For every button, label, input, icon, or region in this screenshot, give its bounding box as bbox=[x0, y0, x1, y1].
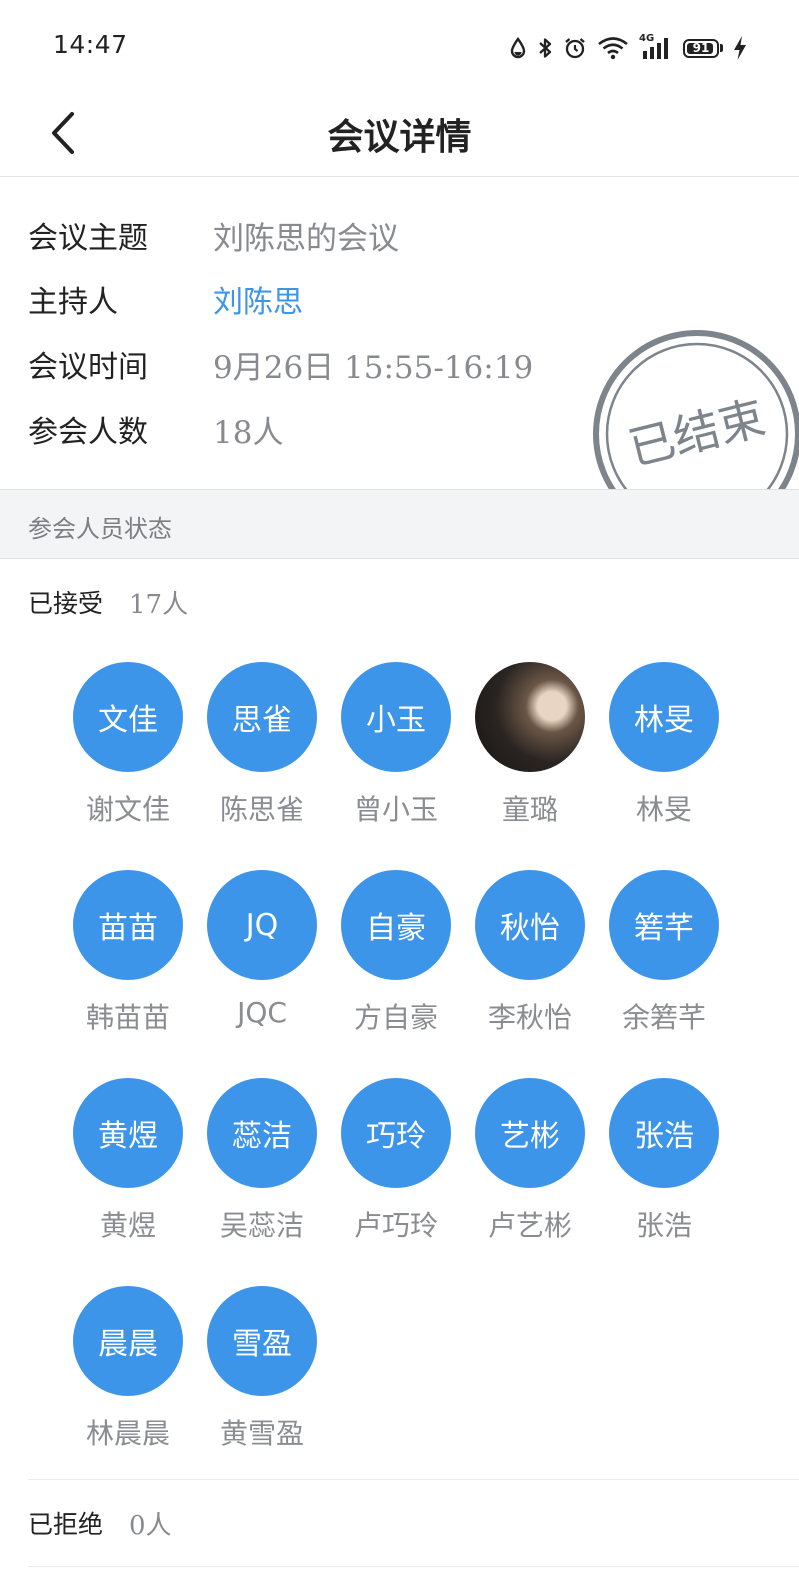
attendee-item[interactable]: 林旻 林旻 bbox=[596, 662, 732, 842]
ended-stamp: 已结束 bbox=[593, 330, 799, 489]
avatar: 文佳 bbox=[73, 662, 183, 772]
signal-icon: 4G bbox=[639, 33, 673, 61]
alarm-icon bbox=[565, 38, 585, 59]
attendee-item[interactable]: 箬芊 余箬芊 bbox=[596, 870, 732, 1050]
count-label: 参会人数 bbox=[28, 415, 148, 450]
ended-stamp-text: 已结束 bbox=[623, 390, 770, 476]
attendee-name: JQC bbox=[237, 996, 287, 1029]
topic-row: 会议主题 刘陈思的会议 bbox=[28, 210, 399, 260]
topic-label: 会议主题 bbox=[28, 221, 148, 256]
bluetooth-icon bbox=[539, 38, 552, 58]
attendee-item[interactable]: 童璐 bbox=[462, 662, 598, 842]
attendee-name: 卢艺彬 bbox=[487, 1209, 572, 1242]
nav-bar: 会议详情 bbox=[0, 90, 799, 177]
host-link[interactable]: 刘陈思 bbox=[213, 277, 303, 321]
attendee-name: 吴蕊洁 bbox=[219, 1209, 304, 1242]
divider bbox=[28, 1566, 799, 1567]
attendee-item[interactable]: 巧玲 卢巧玲 bbox=[328, 1078, 464, 1258]
attendee-name: 陈思雀 bbox=[219, 793, 304, 826]
attendee-name: 林旻 bbox=[635, 793, 692, 826]
time-row: 会议时间 9月26日 15:55-16:19 bbox=[28, 339, 533, 389]
attendee-item[interactable]: 文佳 谢文佳 bbox=[60, 662, 196, 842]
section-title: 参会人员状态 bbox=[28, 515, 172, 543]
status-bar: 14:47 4G 91 bbox=[0, 0, 799, 90]
data-saver-icon bbox=[510, 36, 526, 59]
attendee-name: 黄煜 bbox=[99, 1209, 156, 1242]
meeting-info: 会议主题 刘陈思的会议 主持人 刘陈思 会议时间 9月26日 15:55-16:… bbox=[0, 177, 799, 489]
avatar bbox=[475, 662, 585, 772]
battery-level: 91 bbox=[692, 41, 710, 55]
attendee-name: 黄雪盈 bbox=[219, 1417, 304, 1450]
attendee-name: 余箬芊 bbox=[621, 1001, 706, 1034]
attendee-item[interactable]: 晨晨 林晨晨 bbox=[60, 1286, 196, 1466]
attendee-name: 方自豪 bbox=[353, 1001, 438, 1034]
avatar: 巧玲 bbox=[341, 1078, 451, 1188]
attendee-item[interactable]: 秋怡 李秋怡 bbox=[462, 870, 598, 1050]
accepted-label: 已接受 bbox=[28, 589, 104, 618]
status-time: 14:47 bbox=[53, 30, 128, 59]
rejected-count: 0人 bbox=[129, 1510, 172, 1541]
attendee-item[interactable]: 思雀 陈思雀 bbox=[194, 662, 330, 842]
time-label: 会议时间 bbox=[28, 350, 148, 385]
attendee-name: 林晨晨 bbox=[85, 1417, 170, 1450]
attendee-name: 谢文佳 bbox=[85, 793, 170, 826]
avatar: 自豪 bbox=[341, 870, 451, 980]
battery-icon: 91 bbox=[683, 38, 723, 58]
avatar: 苗苗 bbox=[73, 870, 183, 980]
attendee-name: 李秋怡 bbox=[487, 1001, 572, 1034]
attendee-item[interactable]: 苗苗 韩苗苗 bbox=[60, 870, 196, 1050]
host-label: 主持人 bbox=[28, 285, 118, 320]
attendee-item[interactable]: 蕊洁 吴蕊洁 bbox=[194, 1078, 330, 1258]
count-value: 18人 bbox=[213, 414, 284, 451]
attendee-item[interactable]: JQ JQC bbox=[194, 870, 330, 1050]
attendee-item[interactable]: 艺彬 卢艺彬 bbox=[462, 1078, 598, 1258]
rejected-label: 已拒绝 bbox=[28, 1510, 104, 1539]
topic-value: 刘陈思的会议 bbox=[213, 220, 399, 257]
avatar: 蕊洁 bbox=[207, 1078, 317, 1188]
avatar: JQ bbox=[207, 870, 317, 980]
accepted-header: 已接受 17人 bbox=[28, 582, 188, 622]
divider bbox=[28, 1479, 799, 1480]
attendee-item[interactable]: 小玉 曾小玉 bbox=[328, 662, 464, 842]
wifi-icon bbox=[598, 37, 628, 60]
attendee-name: 韩苗苗 bbox=[85, 1001, 170, 1034]
avatar: 艺彬 bbox=[475, 1078, 585, 1188]
charging-icon bbox=[734, 36, 746, 60]
attendee-name: 卢巧玲 bbox=[353, 1209, 438, 1242]
avatar: 思雀 bbox=[207, 662, 317, 772]
time-value: 9月26日 15:55-16:19 bbox=[213, 349, 534, 386]
section-header: 参会人员状态 bbox=[0, 489, 799, 559]
attendee-name: 曾小玉 bbox=[353, 793, 438, 826]
avatar: 雪盈 bbox=[207, 1286, 317, 1396]
attendee-item[interactable]: 雪盈 黄雪盈 bbox=[194, 1286, 330, 1466]
avatar: 秋怡 bbox=[475, 870, 585, 980]
attendee-item[interactable]: 自豪 方自豪 bbox=[328, 870, 464, 1050]
attendee-name: 童璐 bbox=[501, 793, 558, 826]
attendee-name: 张浩 bbox=[635, 1209, 692, 1242]
avatar: 林旻 bbox=[609, 662, 719, 772]
avatar: 箬芊 bbox=[609, 870, 719, 980]
attendee-item[interactable]: 黄煜 黄煜 bbox=[60, 1078, 196, 1258]
avatar: 张浩 bbox=[609, 1078, 719, 1188]
avatar: 晨晨 bbox=[73, 1286, 183, 1396]
page-title: 会议详情 bbox=[327, 117, 472, 158]
accepted-count: 17人 bbox=[129, 589, 189, 620]
count-row: 参会人数 18人 bbox=[28, 404, 283, 454]
status-icons: 4G 91 bbox=[509, 33, 747, 62]
avatar: 小玉 bbox=[341, 662, 451, 772]
rejected-header: 已拒绝 0人 bbox=[28, 1503, 172, 1543]
avatar: 黄煜 bbox=[73, 1078, 183, 1188]
host-row: 主持人 刘陈思 bbox=[28, 274, 303, 324]
attendee-item[interactable]: 张浩 张浩 bbox=[596, 1078, 732, 1258]
